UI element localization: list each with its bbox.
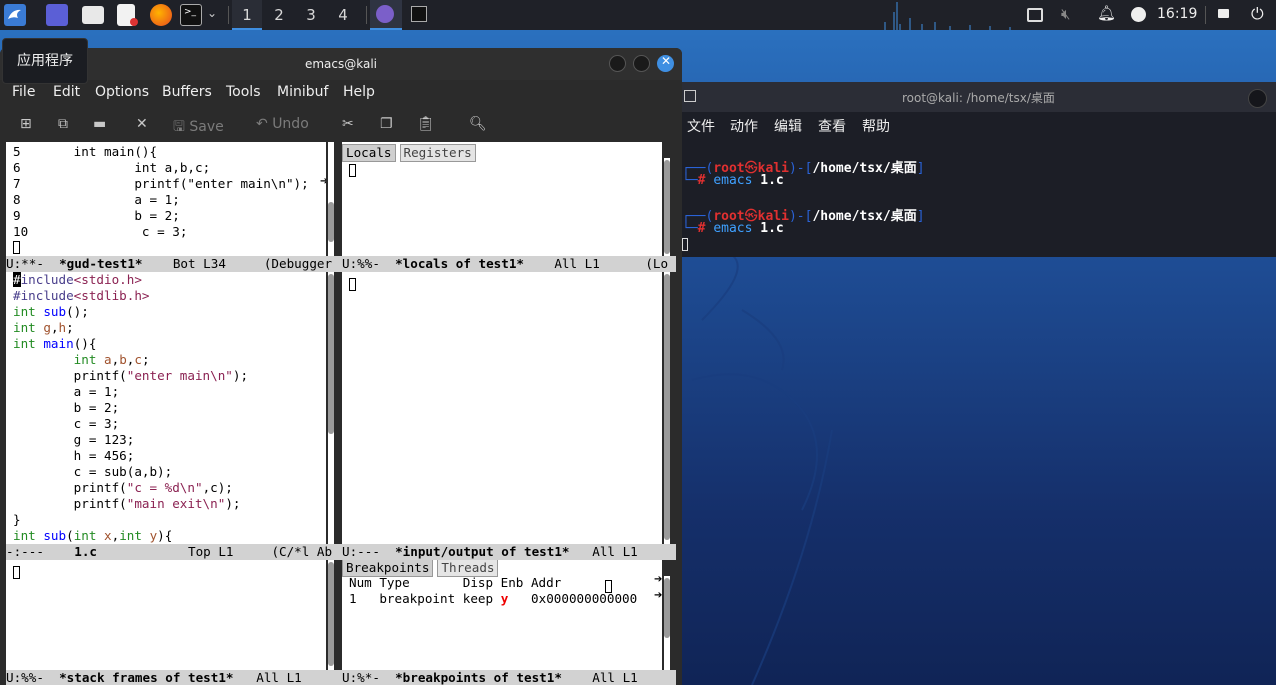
io-pane[interactable] [342,272,662,544]
kali-menu-icon[interactable] [4,4,26,26]
terminal-menu-actions[interactable]: 动作 [730,116,758,136]
text-cursor [13,241,20,254]
file-manager-icon[interactable] [82,6,104,24]
gud-buffer: 5 int main(){ 6 int a,b,c; 7 printf("ent… [13,144,309,256]
power-manager-icon[interactable] [1131,7,1146,22]
stack-pane[interactable] [6,560,326,670]
taskbar: >_ ⌄ 1 2 3 4 🔇︎ 🔔︎ 16:19 ⏻ [0,0,1276,30]
terminal-menu-edit[interactable]: 编辑 [774,116,802,136]
display-icon[interactable] [1027,8,1043,22]
gud-modeline: U:**- *gud-test1* Bot L34 (Debugger [6,256,342,272]
locals-tabs: Locals Registers [342,144,480,162]
terminal-icon[interactable]: >_ [180,4,202,26]
menu-buffers[interactable]: Buffers [162,84,212,100]
tab-registers[interactable]: Registers [399,144,476,162]
taskbar-terminal-button[interactable] [404,0,434,30]
menu-file[interactable]: File [12,84,35,100]
emacs-icon [376,5,394,23]
chevron-down-icon[interactable]: ⌄ [207,6,217,20]
workspace-3[interactable]: 3 [296,0,326,30]
save-button[interactable]: 🖫︎ Save [173,116,224,140]
terminal-menu-view[interactable]: 查看 [818,116,846,136]
source-code: #include<stdio.h> #include<stdlib.h> int… [13,272,249,543]
locals-scrollbar[interactable] [664,158,670,256]
text-cursor [349,278,356,291]
breakpoints-modeline: U:%*- *breakpoints of test1* All L1 [342,670,676,685]
close-button[interactable]: ✕ [657,54,674,72]
terminal-window[interactable]: 文件 动作 编辑 查看 帮助 ┌──(root㉿kali)-[/home/tsx… [682,112,1276,257]
firefox-icon[interactable] [150,4,172,26]
maximize-button[interactable] [633,55,650,72]
source-modeline: -:--- 1.c Top L1 (C/*l Ab [6,544,342,560]
menu-tools[interactable]: Tools [226,84,261,100]
minimize-button[interactable] [609,55,626,72]
emacs-titlebar[interactable]: emacs@kali [0,48,682,80]
menu-help[interactable]: Help [343,84,375,100]
continuation-arrow-icon: ➔ [654,574,662,585]
bell-icon[interactable]: 🔔︎ [1097,4,1116,22]
emacs-title: emacs@kali [304,57,378,71]
emacs-toolbar: ⊞ ⧉ ▬ ✕ 🖫︎ Save ↶ Undo ✂ ❐ 📋︎ 🔍︎ [0,108,682,140]
locals-modeline: U:%%- *locals of test1* All L1 (Lo [342,256,676,272]
terminal-minimize-button[interactable] [1248,89,1267,108]
terminal-icon [684,90,696,102]
menu-options[interactable]: Options [95,84,149,100]
text-editor-icon[interactable] [117,4,138,26]
terminal-icon [411,6,427,22]
gud-pane[interactable]: 5 int main(){ 6 int a,b,c; 7 printf("ent… [6,142,326,256]
search-icon[interactable]: 🔍︎ [469,116,487,132]
io-modeline: U:--- *input/output of test1* All L1 [342,544,676,560]
terminal-menubar: 文件 动作 编辑 查看 帮助 [682,112,1276,138]
lock-icon[interactable] [1218,9,1229,18]
text-cursor [349,164,356,177]
paste-icon[interactable]: 📋︎ [417,116,435,132]
volume-muted-icon[interactable]: 🔇︎ [1061,5,1070,23]
terminal-title: root@kali: /home/tsx/桌面 [902,91,1055,105]
workspace-1[interactable]: 1 [232,0,262,30]
terminal-command: └─# emacs 1.c [682,173,784,188]
open-directory-icon[interactable]: ▬ [93,116,106,132]
menu-edit[interactable]: Edit [53,84,80,100]
clock[interactable]: 16:19 [1157,6,1197,22]
undo-button[interactable]: ↶ Undo [256,116,309,132]
source-scrollbar[interactable] [328,272,334,544]
new-file-icon[interactable]: ⊞ [20,116,32,132]
breakpoints-pane[interactable]: Breakpoints Threads Num Type Disp Enb Add… [342,560,662,670]
taskbar-emacs-button[interactable] [370,0,402,30]
continuation-arrow-icon: ➔ [320,176,326,187]
breakpoints-scrollbar[interactable] [664,576,670,670]
copy-icon[interactable]: ❐ [380,116,393,132]
logout-icon[interactable]: ⏻ [1251,4,1264,24]
breakpoints-header: Num Type Disp Enb Addr [349,575,562,590]
terminal-command: └─# emacs 1.c [682,221,784,236]
open-file-icon[interactable]: ⧉ [58,116,68,132]
source-pane[interactable]: #include<stdio.h> #include<stdlib.h> int… [6,272,326,544]
workspace-4[interactable]: 4 [328,0,358,30]
save-label: Save [189,119,224,135]
kali-dragon-logo [691,254,833,685]
terminal-menu-file[interactable]: 文件 [687,116,715,136]
stack-modeline: U:%%- *stack frames of test1* All L1 [6,670,342,685]
locals-pane[interactable]: Locals Registers [342,142,662,256]
workspace-2[interactable]: 2 [264,0,294,30]
close-icon: ✕ [661,54,672,68]
terminal-titlebar[interactable]: root@kali: /home/tsx/桌面 [682,82,1276,112]
breakpoint-row[interactable]: 1 breakpoint keep y 0x000000000000 [349,591,637,607]
desktop-icon[interactable] [46,4,68,26]
undo-label: Undo [272,116,309,132]
cpu-graph [884,2,1011,30]
stack-scrollbar[interactable] [328,560,334,670]
menu-minibuf[interactable]: Minibuf [277,84,328,100]
gud-scrollbar[interactable] [328,142,334,256]
terminal-menu-help[interactable]: 帮助 [862,116,890,136]
kill-buffer-icon[interactable]: ✕ [136,116,148,132]
emacs-menubar: File Edit Options Buffers Tools Minibuf … [0,80,682,106]
text-cursor [13,566,20,579]
applications-tooltip: 应用程序 [2,38,88,84]
emacs-window: emacs@kali ✕ File Edit Options Buffers T… [0,48,682,685]
terminal-cursor [682,238,688,251]
cut-icon[interactable]: ✂ [342,116,354,132]
io-scrollbar[interactable] [664,272,670,544]
continuation-arrow-icon: ➔ [654,590,662,601]
